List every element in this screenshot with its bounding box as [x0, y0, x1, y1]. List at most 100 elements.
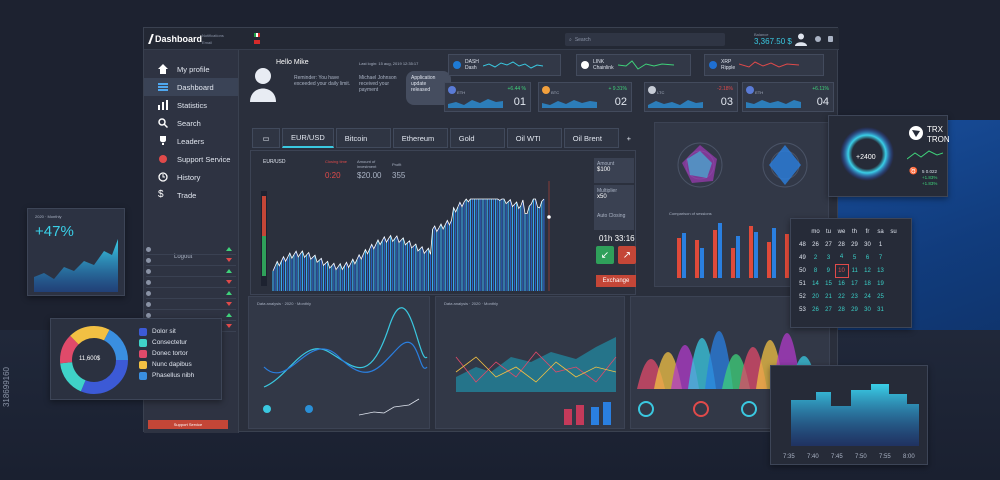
calendar-day[interactable]: 28 — [835, 303, 848, 316]
calendar-day[interactable]: 29 — [848, 303, 861, 316]
comparison-bar — [772, 228, 776, 278]
calendar-day[interactable]: 20 — [809, 290, 822, 303]
tab-ethereum[interactable]: Ethereum — [392, 128, 448, 148]
calendar-day[interactable]: 18 — [861, 277, 874, 290]
auto-closing-toggle[interactable]: Auto Closing — [594, 210, 634, 230]
calendar-day[interactable]: 13 — [874, 264, 887, 277]
calendar-day[interactable]: 2 — [809, 251, 822, 264]
calendar-day[interactable]: 23 — [848, 290, 861, 303]
growth-card[interactable]: 2020 · Monthly +47% — [27, 208, 125, 296]
calendar-day[interactable]: 1 — [874, 238, 887, 251]
trx-value-2: +1.83% — [922, 175, 938, 180]
tab-gold[interactable]: Gold — [449, 128, 505, 148]
calendar-day[interactable]: 27 — [822, 238, 835, 251]
add-tab-button[interactable]: + — [621, 128, 637, 148]
calendar-day[interactable]: 22 — [835, 290, 848, 303]
stat-card-1[interactable]: ETH +6.44 % 01 — [444, 82, 531, 112]
calendar-day[interactable]: 25 — [874, 290, 887, 303]
calendar-day[interactable]: 10 — [834, 263, 849, 278]
support-service-button[interactable]: Support Service — [148, 420, 228, 429]
calendar-day[interactable]: 6 — [861, 251, 874, 264]
calendar-day[interactable]: 28 — [835, 238, 848, 251]
calendar-day[interactable]: 11 — [848, 264, 861, 277]
calendar-day[interactable]: 31 — [874, 303, 887, 316]
language-flags[interactable] — [253, 33, 260, 44]
exchange-button[interactable]: Exchange — [596, 275, 636, 287]
user-avatar-icon[interactable] — [794, 32, 808, 46]
tab-oil-wti[interactable]: Oil WTI — [506, 128, 562, 148]
tab-bitcoin[interactable]: Bitcoin — [335, 128, 391, 148]
comparison-bar — [695, 240, 699, 278]
coin-list-row[interactable] — [146, 299, 236, 310]
calendar-day[interactable]: 15 — [822, 277, 835, 290]
coin-list-row[interactable] — [146, 255, 236, 266]
growth-period: Monthly — [47, 214, 62, 219]
settings-icon[interactable] — [815, 36, 821, 42]
calendar-day[interactable]: 30 — [861, 238, 874, 251]
coin-list-row[interactable] — [146, 244, 236, 255]
flag-icon[interactable] — [253, 33, 260, 37]
amount-box[interactable]: Amount $100 — [594, 158, 634, 183]
stat-card-2[interactable]: BTC + 9.31% 02 — [538, 82, 632, 112]
legend-swatch — [139, 360, 147, 369]
app-logo[interactable]: Dashboard — [148, 33, 202, 44]
coin-list-row[interactable] — [146, 288, 236, 299]
calendar-day[interactable]: 7 — [874, 251, 887, 264]
stat-card-3[interactable]: LTC -2.18% 03 — [644, 82, 738, 112]
calendar-day[interactable]: 26 — [809, 303, 822, 316]
calendar-day[interactable]: 16 — [835, 277, 848, 290]
trx-card[interactable]: +2400 TRX TRON ♉ 5 0.022 +1.83% +1.83% — [828, 115, 950, 197]
calendar-day[interactable]: 30 — [861, 303, 874, 316]
sidebar-item-label: Trade — [177, 190, 197, 200]
sidebar-item-support-service[interactable]: Support Service — [144, 150, 238, 168]
calendar-day[interactable]: 29 — [848, 238, 861, 251]
time-tick-label: 7:50 — [855, 454, 867, 460]
tab-eur-usd[interactable]: EUR/USD — [282, 128, 334, 148]
calendar-day[interactable]: 4 — [835, 251, 848, 264]
calendar-day[interactable]: 26 — [809, 238, 822, 251]
analysis-year: 2020 — [284, 301, 294, 306]
calendar-day[interactable]: 21 — [822, 290, 835, 303]
ticker-name: Dash — [465, 65, 477, 71]
sidebar-item-history[interactable]: History — [144, 168, 238, 186]
calendar-day[interactable]: 27 — [822, 303, 835, 316]
sidebar-item-dashboard[interactable]: Dashboard — [144, 78, 238, 96]
calendar-day[interactable]: 12 — [861, 264, 874, 277]
ticker-xrp[interactable]: XRP Ripple — [704, 54, 824, 76]
tab-oil-brent[interactable]: Oil Brent — [563, 128, 619, 148]
trx-value-3: +1.83% — [922, 181, 938, 186]
stat-card-4[interactable]: ETH +6.11% 04 — [742, 82, 834, 112]
ticker-name: Ripple — [721, 65, 736, 71]
sidebar-item-search[interactable]: Search — [144, 114, 238, 132]
ticker-dash[interactable]: DASH Dash — [448, 54, 561, 76]
trx-value-1: 5 0.022 — [922, 169, 938, 174]
ticker-link[interactable]: LINK Chainlink — [576, 54, 691, 76]
coin-list-row[interactable] — [146, 266, 236, 277]
calendar-day[interactable]: 5 — [848, 251, 861, 264]
calendar-day[interactable]: 8 — [809, 264, 822, 277]
coin-list-row[interactable] — [146, 277, 236, 288]
analysis-title: Data analysis — [257, 301, 282, 306]
trend-up-icon — [226, 291, 232, 295]
flag-icon[interactable] — [253, 40, 260, 44]
calendar-day[interactable]: 3 — [822, 251, 835, 264]
donut-card[interactable]: 11,600$ Dolor sit Consectetur Donec tortor… — [50, 318, 222, 400]
calendar-day[interactable]: 9 — [822, 264, 835, 277]
sidebar-item-statistics[interactable]: Statistics — [144, 96, 238, 114]
sidebar-item-my-profile[interactable]: My profile — [144, 60, 238, 78]
time-tick-label: 7:55 — [879, 454, 891, 460]
buy-button[interactable]: ↙ — [596, 246, 614, 264]
sound-icon[interactable] — [828, 36, 833, 42]
calendar-day[interactable]: 24 — [861, 290, 874, 303]
calendar-day[interactable]: 14 — [809, 277, 822, 290]
monitor-icon[interactable]: ▭ — [252, 128, 280, 148]
sell-button[interactable]: ↗ — [618, 246, 636, 264]
multiplier-box[interactable]: Multiplier x50 — [594, 185, 634, 210]
sidebar-item-leaders[interactable]: Leaders — [144, 132, 238, 150]
trx-name: TRX TRON — [927, 125, 950, 144]
sidebar-item-trade[interactable]: $ Trade — [144, 186, 238, 204]
search-input[interactable]: ⌕ Search — [565, 33, 725, 46]
calendar-day[interactable]: 17 — [848, 277, 861, 290]
calendar-day[interactable]: 19 — [874, 277, 887, 290]
weekday-label: su — [890, 228, 897, 235]
